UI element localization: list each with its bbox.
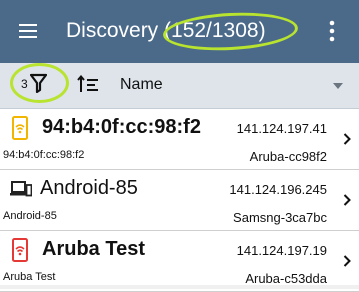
device-hostname: Aruba-cc98f2 [249,149,327,164]
device-subtitle: Aruba Test [3,271,56,283]
access-point-yellow-icon [12,116,28,140]
device-hostname: Aruba-c53dda [245,271,327,286]
highlight-circle-filter [10,63,69,103]
device-row[interactable]: Android-85 141.124.196.245 Android-85 Sa… [0,170,359,231]
device-row[interactable]: 94:b4:0f:cc:98:f2 141.124.197.41 94:b4:0… [0,109,359,170]
hamburger-menu-icon[interactable] [18,21,38,41]
more-vert-icon[interactable] [329,19,335,43]
laptop-phone-icon [10,181,32,197]
caret-down-icon[interactable] [333,83,343,89]
device-row[interactable]: Aruba Test 141.124.197.19 Aruba Test Aru… [0,231,359,292]
device-name: 94:b4:0f:cc:98:f2 [42,116,201,138]
device-hostname: Samsng-3ca7bc [233,210,327,225]
device-ip: 141.124.196.245 [229,182,327,197]
chevron-right-icon [343,133,351,145]
device-ip: 141.124.197.19 [236,243,327,258]
device-subtitle: 94:b4:0f:cc:98:f2 [3,149,85,161]
chevron-right-icon [343,255,351,267]
device-subtitle: Android-85 [3,210,57,222]
access-point-red-icon [12,238,28,262]
device-name: Android-85 [40,177,138,199]
sort-order-icon[interactable] [77,75,99,93]
device-name: Aruba Test [42,238,145,260]
device-ip: 141.124.197.41 [236,121,327,136]
list-bottom-edge [0,285,359,289]
chevron-right-icon [343,194,351,206]
sort-field-selector[interactable]: Name [120,76,163,94]
